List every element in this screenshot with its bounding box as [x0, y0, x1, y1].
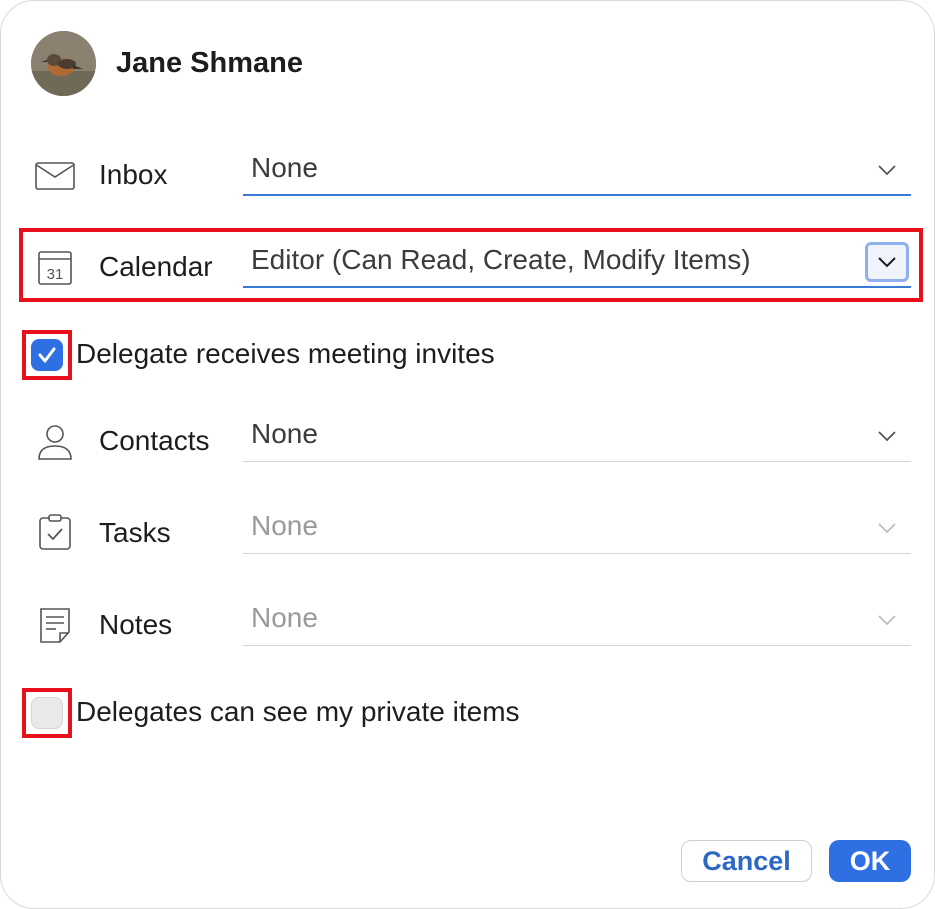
- private-items-label: Delegates can see my private items: [76, 696, 520, 727]
- calendar-label: Calendar: [99, 251, 213, 282]
- inbox-permission-value: None: [251, 152, 318, 183]
- meeting-invites-checkbox[interactable]: [31, 339, 63, 371]
- tasks-permission-value: None: [251, 510, 318, 541]
- tasks-permission-select[interactable]: None: [243, 504, 911, 554]
- chevron-down-icon: [878, 165, 896, 176]
- note-icon: [34, 604, 76, 646]
- calendar-permission-value: Editor (Can Read, Create, Modify Items): [251, 244, 751, 275]
- meeting-invites-label: Delegate receives meeting invites: [76, 338, 495, 369]
- inbox-label: Inbox: [99, 159, 168, 190]
- avatar: [31, 31, 96, 96]
- clipboard-check-icon: [34, 511, 76, 553]
- envelope-icon: [34, 155, 76, 197]
- chevron-down-icon: [878, 523, 896, 534]
- calendar-dropdown-button[interactable]: [865, 242, 909, 282]
- notes-permission-select[interactable]: None: [243, 596, 911, 646]
- chevron-down-icon: [878, 257, 896, 268]
- person-icon: [34, 421, 76, 463]
- contacts-label: Contacts: [99, 425, 210, 456]
- ok-button[interactable]: OK: [829, 840, 911, 882]
- chevron-down-icon: [878, 615, 896, 626]
- bird-photo-icon: [31, 31, 96, 96]
- delegate-name: Jane Shmane: [116, 47, 303, 79]
- checkmark-icon: [38, 347, 56, 363]
- private-items-checkbox[interactable]: [31, 697, 63, 729]
- contacts-permission-value: None: [251, 418, 318, 449]
- tasks-label: Tasks: [99, 517, 171, 548]
- cancel-button[interactable]: Cancel: [681, 840, 812, 882]
- inbox-permission-select[interactable]: None: [243, 146, 911, 196]
- delegate-permissions-dialog: Jane Shmane Inbox None 31 Calendar Edito…: [0, 0, 935, 909]
- contacts-permission-select[interactable]: None: [243, 412, 911, 462]
- calendar-permission-select[interactable]: Editor (Can Read, Create, Modify Items): [243, 238, 911, 288]
- notes-permission-value: None: [251, 602, 318, 633]
- chevron-down-icon: [878, 431, 896, 442]
- calendar-icon-day: 31: [47, 266, 64, 283]
- notes-label: Notes: [99, 609, 173, 640]
- calendar-icon: 31: [34, 247, 76, 289]
